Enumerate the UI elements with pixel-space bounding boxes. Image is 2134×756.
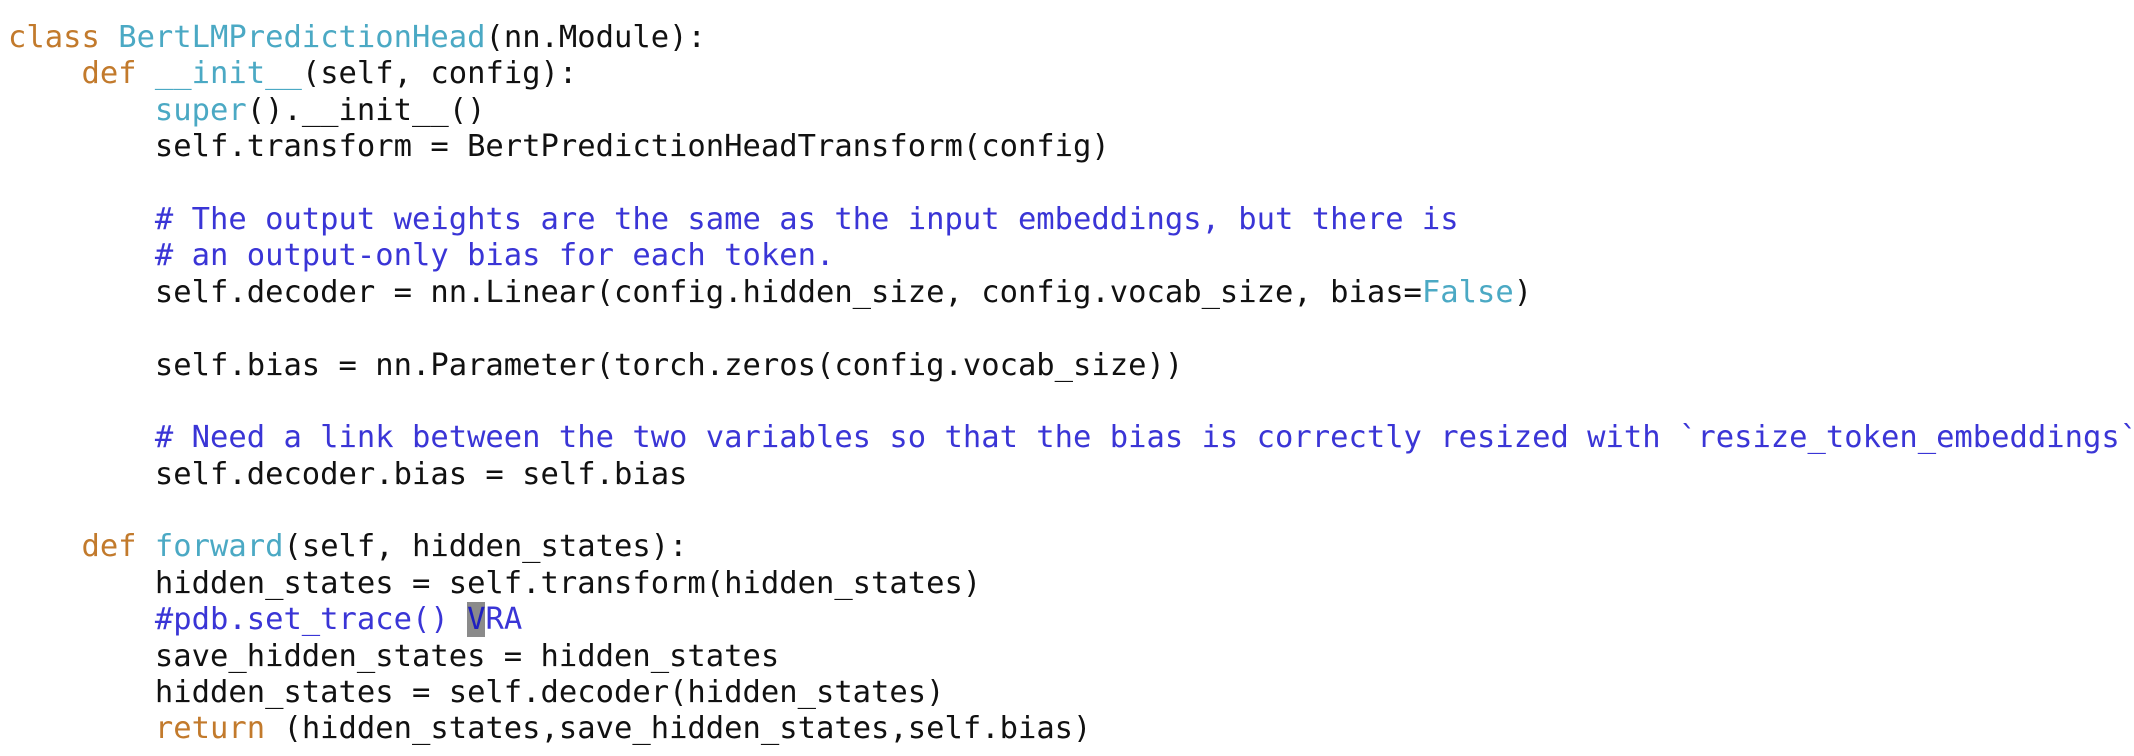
code-line[interactable]: def forward(self, hidden_states): — [8, 529, 2134, 565]
text-cursor: V — [467, 602, 486, 638]
code-text-token: (nn.Module): — [485, 20, 706, 55]
code-line[interactable]: hidden_states = self.transform(hidden_st… — [8, 566, 2134, 602]
code-text-token: (self, config): — [301, 56, 578, 92]
code-line[interactable]: super().__init__() — [8, 93, 2134, 129]
code-line[interactable]: def __init__(self, config): — [8, 56, 2134, 92]
code-line[interactable]: # The output weights are the same as the… — [8, 202, 2134, 238]
code-line[interactable]: # Need a link between the two variables … — [8, 420, 2134, 456]
keyword-token: def — [81, 529, 137, 565]
code-text-token: save_hidden_states = hidden_states — [8, 638, 780, 674]
code-text-token: ().__init__() — [246, 92, 486, 128]
function-name-token: __init__ — [154, 56, 302, 92]
code-text-token: self.transform = BertPredictionHeadTrans… — [8, 129, 1110, 165]
code-line[interactable]: hidden_states = self.decoder(hidden_stat… — [8, 675, 2134, 711]
comment-token: RA — [485, 602, 523, 638]
code-editor[interactable]: class BertLMPredictionHead(nn.Module): d… — [0, 0, 2134, 756]
code-text-token: ) — [1513, 274, 1533, 310]
code-line[interactable]: save_hidden_states = hidden_states — [8, 639, 2134, 675]
code-line[interactable]: self.bias = nn.Parameter(torch.zeros(con… — [8, 348, 2134, 384]
keyword-token: class — [8, 20, 100, 55]
code-text-token: self.bias = nn.Parameter(torch.zeros(con… — [8, 347, 1184, 383]
code-line[interactable]: self.decoder.bias = self.bias — [8, 457, 2134, 493]
code-line[interactable]: return (hidden_states,save_hidden_states… — [8, 711, 2134, 747]
comment-token: #pdb.set_trace() — [154, 602, 468, 638]
code-line[interactable]: self.transform = BertPredictionHeadTrans… — [8, 129, 2134, 165]
code-text-token: hidden_states = self.transform(hidden_st… — [8, 565, 982, 601]
builtin-token: super — [154, 92, 247, 128]
class-name-token: BertLMPredictionHead — [118, 20, 486, 55]
code-line[interactable]: #pdb.set_trace() VRA — [8, 602, 2134, 638]
code-line[interactable] — [8, 384, 2134, 420]
code-line[interactable]: # an output-only bias for each token. — [8, 238, 2134, 274]
constant-token: False — [1421, 274, 1514, 310]
code-text-token: self.decoder = nn.Linear(config.hidden_s… — [8, 274, 1422, 310]
code-line[interactable]: class BertLMPredictionHead(nn.Module): — [8, 20, 2134, 56]
code-area[interactable]: class BertLMPredictionHead(nn.Module): d… — [8, 20, 2134, 748]
code-line[interactable]: self.decoder = nn.Linear(config.hidden_s… — [8, 275, 2134, 311]
code-line[interactable] — [8, 166, 2134, 202]
function-name-token: forward — [154, 529, 284, 565]
code-text-token: (hidden_states,save_hidden_states,self.b… — [265, 711, 1092, 747]
comment-token: # an output-only bias for each token. — [154, 238, 835, 274]
keyword-token: def — [81, 56, 137, 92]
comment-token: # Need a link between the two variables … — [154, 420, 2134, 456]
code-text-token: self.decoder.bias = self.bias — [8, 456, 688, 492]
keyword-token: return — [154, 711, 266, 747]
code-text-token: (self, hidden_states): — [283, 529, 688, 565]
code-text-token: hidden_states = self.decoder(hidden_stat… — [8, 675, 945, 711]
code-line[interactable] — [8, 311, 2134, 347]
code-line[interactable] — [8, 493, 2134, 529]
comment-token: # The output weights are the same as the… — [154, 201, 1459, 237]
